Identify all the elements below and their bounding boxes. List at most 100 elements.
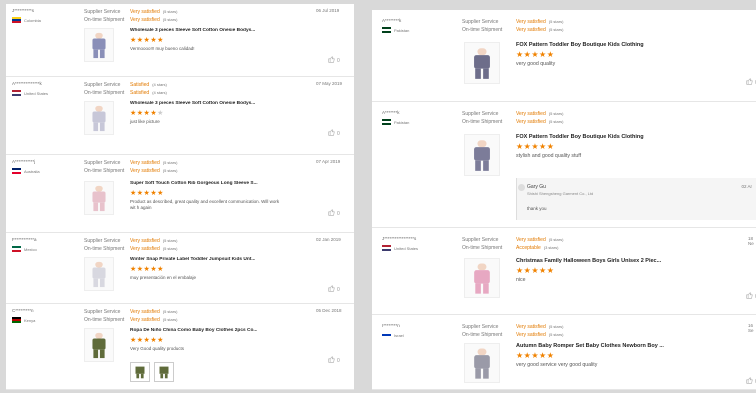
supplier-service-label: Supplier Service [84, 238, 121, 244]
helpful-button[interactable]: 0 [746, 78, 756, 87]
helpful-button[interactable]: 0 [328, 129, 340, 138]
review-date: 02 Jan 2019 [316, 237, 341, 242]
helpful-button[interactable]: 0 [328, 56, 340, 65]
buyer-country: Pakistan [382, 119, 409, 125]
rating-text: Satisfied [130, 90, 150, 96]
product-thumbnail[interactable] [84, 28, 114, 62]
product-title-link[interactable]: Ropa De Niño China Como Baby Boy Clothes… [130, 328, 257, 333]
product-title-link[interactable]: FOX Pattern Toddler Boy Boutique Kids Cl… [516, 42, 644, 48]
rating-stars-note: (5 stars) [162, 238, 178, 243]
product-thumbnail[interactable] [84, 257, 114, 291]
thumbs-up-icon [328, 129, 335, 138]
buyer-name: J**********s [12, 8, 35, 13]
product-title-link[interactable]: Autumn Baby Romper Set Baby Clothes Newb… [516, 343, 664, 349]
supplier-service-label: Supplier Service [84, 82, 121, 88]
review-row: I********n Israel Supplier Service On-time … [372, 315, 756, 390]
product-thumbnail[interactable] [464, 42, 500, 84]
shipment-rating: Very satisfied (5 stars) [516, 331, 563, 339]
buyer-name: A***********j [12, 159, 36, 164]
country-flag-icon [12, 168, 21, 174]
buyer-name: A**************k [12, 81, 42, 86]
country-flag-icon [12, 246, 21, 252]
shipment-rating: Very satisfied (5 stars) [130, 167, 177, 175]
thumbs-up-icon [746, 377, 753, 386]
product-title-link[interactable]: Wholesale 3 pieces Sleeve Soft Cotton On… [130, 101, 255, 106]
rating-stars-note: (4 stars) [152, 82, 167, 87]
reply-author: Gary Gu [527, 184, 546, 190]
rating-text: Very satisfied [130, 17, 160, 23]
supplier-service-label: Supplier Service [84, 160, 121, 166]
supplier-service-label: Supplier Service [84, 309, 121, 315]
helpful-button[interactable]: 0 [746, 377, 756, 386]
supplier-service-rating: Very satisfied (5 stars) [516, 236, 563, 244]
supplier-service-rating: Very satisfied (5 stars) [516, 323, 563, 331]
review-comment: just like picture [130, 119, 160, 124]
rating-stars-note: (5 stars) [162, 309, 178, 314]
rating-text: Very satisfied [130, 160, 160, 166]
rating-values: Very satisfied (5 stars) Very satisfied (5 … [516, 18, 563, 34]
on-time-shipment-label: On-time Shipment [462, 119, 503, 125]
helpful-count: 0 [337, 286, 340, 293]
helpful-count: 0 [337, 357, 340, 364]
rating-stars-note: (5 stars) [162, 246, 178, 251]
rating-text: Very satisfied [516, 19, 546, 25]
on-time-shipment-label: On-time Shipment [84, 17, 125, 23]
review-row: F***********a Mexico Supplier Service On-ti… [6, 233, 354, 304]
rating-text: Very satisfied [130, 246, 160, 252]
product-thumbnail[interactable] [464, 343, 500, 383]
buyer-name: A*******k [382, 110, 400, 115]
product-title-link[interactable]: Super Soft Touch Cotton Rib Gorgeous Lon… [130, 181, 258, 186]
thumbs-up-icon [746, 78, 753, 87]
country-flag-icon [382, 245, 391, 251]
rating-labels: Supplier Service On-time Shipment [84, 81, 124, 97]
supplier-service-label: Supplier Service [462, 111, 499, 117]
product-star-rating: ★★★★★ [516, 142, 555, 151]
rating-text: Satisfied [130, 82, 150, 88]
rating-labels: Supplier Service On-time Shipment [84, 237, 124, 253]
helpful-button[interactable]: 0 [328, 209, 340, 218]
buyer-country: Mexico [12, 246, 37, 252]
rating-labels: Supplier Service On-time Shipment [462, 18, 502, 34]
review-comment: nice [516, 277, 526, 283]
product-thumbnail[interactable] [464, 134, 500, 176]
review-row: J*****************s United States Supplier… [372, 228, 756, 315]
product-title-link[interactable]: Christmas Family Halloween Boys Girls Un… [516, 258, 661, 264]
buyer-name: F***********a [12, 237, 37, 242]
review-date: 05 Dec 2018 [316, 308, 342, 313]
helpful-button[interactable]: 0 [328, 285, 340, 294]
helpful-button[interactable]: 0 [746, 292, 756, 301]
review-photo-thumbnail[interactable] [154, 362, 174, 382]
supplier-service-rating: Very satisfied (5 stars) [130, 8, 177, 16]
supplier-service-label: Supplier Service [84, 9, 121, 15]
country-flag-icon [382, 332, 391, 338]
supplier-reply: Gary Gu Shishi Shengsheng Garment Co., Lt… [516, 178, 756, 220]
buyer-country: Israel [382, 332, 404, 338]
review-comment: very good service very good quality [516, 362, 598, 368]
product-title-link[interactable]: Winter Snap Private Label Toddler Jumpsu… [130, 257, 255, 262]
helpful-button[interactable]: 0 [328, 356, 340, 365]
rating-stars-note: (5 stars) [548, 19, 564, 24]
product-title-link[interactable]: Wholesale 3 pieces Sleeve Soft Cotton On… [130, 28, 255, 33]
rating-labels: Supplier Service On-time Shipment [84, 308, 124, 324]
review-date: 16 Se [748, 323, 754, 333]
product-thumbnail[interactable] [84, 328, 114, 362]
country-flag-icon [12, 90, 21, 96]
product-thumbnail[interactable] [84, 181, 114, 215]
product-thumbnail[interactable] [464, 258, 500, 298]
product-title-link[interactable]: FOX Pattern Toddler Boy Boutique Kids Cl… [516, 134, 644, 140]
supplier-service-rating: Satisfied (4 stars) [130, 81, 167, 89]
review-comment: Vermoooo!!! muy bueno calidad! [130, 46, 195, 51]
thumbs-up-icon [328, 356, 335, 365]
supplier-service-rating: Very satisfied (5 stars) [130, 308, 177, 316]
supplier-service-rating: Very satisfied (5 stars) [516, 18, 563, 26]
rating-stars-note: (5 stars) [548, 111, 564, 116]
rating-labels: Supplier Service On-time Shipment [84, 159, 124, 175]
country-name: Australia [24, 168, 40, 174]
on-time-shipment-label: On-time Shipment [84, 90, 125, 96]
review-date: 06 Jul 2019 [316, 8, 340, 13]
product-thumbnail[interactable] [84, 101, 114, 135]
review-photo-thumbnail[interactable] [130, 362, 150, 382]
review-comment: Product as described, great quality and … [130, 199, 280, 210]
rating-text: Very satisfied [130, 317, 160, 323]
supplier-service-label: Supplier Service [462, 19, 499, 25]
